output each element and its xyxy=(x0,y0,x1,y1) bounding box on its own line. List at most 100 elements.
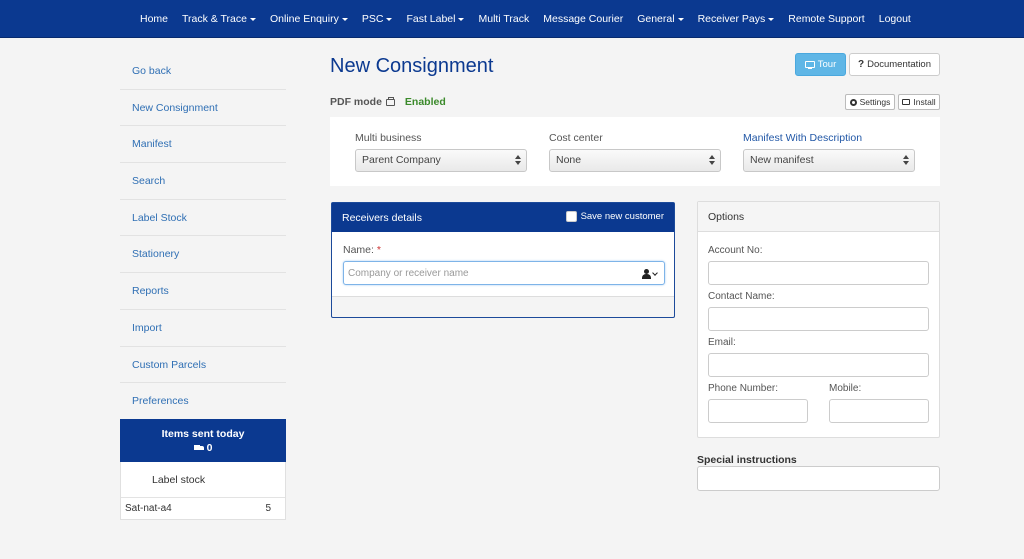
truck-icon xyxy=(193,444,204,452)
pdf-mode-status: Enabled xyxy=(404,96,446,108)
save-new-customer-label: Save new customer xyxy=(580,211,664,222)
nav-item-label: Message Courier xyxy=(543,13,624,25)
manifest-with-description-link[interactable]: Manifest With Description xyxy=(743,132,862,144)
phone-number-label: Phone Number: xyxy=(708,383,779,394)
items-sent-today-panel: Items sent today 0 xyxy=(120,419,286,462)
email-label: Email: xyxy=(708,337,736,348)
sidebar-link-search[interactable]: Search xyxy=(120,163,286,200)
nav-item-fast-label[interactable]: Fast Label xyxy=(399,13,471,25)
pdf-mode-row: PDF mode Enabled xyxy=(330,96,446,108)
caret-down-icon xyxy=(249,18,256,21)
nav-item-label: PSC xyxy=(361,13,384,25)
email-input[interactable] xyxy=(708,353,929,377)
checkbox-icon[interactable] xyxy=(565,211,577,222)
label-stock-row: Sat-nat-a4 5 xyxy=(121,498,285,519)
account-no-label: Account No: xyxy=(708,245,763,256)
business-panel: Multi business Parent Company Cost cente… xyxy=(330,117,940,186)
documentation-button[interactable]: ? Documentation xyxy=(849,53,940,76)
special-instructions-label: Special instructions xyxy=(697,454,797,466)
items-sent-today-count-row: 0 xyxy=(120,442,286,454)
caret-down-icon xyxy=(386,18,393,21)
receivers-details-header: Receivers details Save new customer xyxy=(332,203,674,232)
install-button[interactable]: Install xyxy=(898,94,940,110)
gear-icon xyxy=(849,98,857,106)
special-instructions-input[interactable] xyxy=(697,466,940,491)
nav-item-label: Fast Label xyxy=(406,13,456,25)
nav-item-label: Remote Support xyxy=(788,13,865,25)
nav-item-multi-track[interactable]: Multi Track xyxy=(471,13,536,25)
nav-item-home[interactable]: Home xyxy=(133,13,175,25)
receiver-name-input[interactable] xyxy=(343,261,665,285)
install-button-label: Install xyxy=(913,97,936,107)
nav-item-general[interactable]: General xyxy=(630,13,690,25)
nav-item-label: Track & Trace xyxy=(182,13,247,25)
nav-menu: Home Track & Trace Online Enquiry PSC Fast L… xyxy=(133,0,918,38)
printer-icon xyxy=(385,96,395,106)
sidebar-link-label-stock[interactable]: Label Stock xyxy=(120,200,286,237)
nav-item-message-courier[interactable]: Message Courier xyxy=(536,13,630,25)
nav-item-track-trace[interactable]: Track & Trace xyxy=(175,13,263,25)
settings-button[interactable]: Settings xyxy=(845,94,895,110)
cost-center-label: Cost center xyxy=(549,132,603,144)
caret-down-icon xyxy=(458,18,465,21)
cost-center-select[interactable]: None xyxy=(549,149,721,172)
contact-name-input[interactable] xyxy=(708,307,929,331)
printer-icon xyxy=(902,99,911,105)
chevron-down-icon xyxy=(652,270,658,276)
nav-item-online-enquiry[interactable]: Online Enquiry xyxy=(263,13,355,25)
sidebar-link-new-consignment[interactable]: New Consignment xyxy=(120,90,286,127)
sidebar-link-stationery[interactable]: Stationery xyxy=(120,236,286,274)
sidebar-link-manifest[interactable]: Manifest xyxy=(120,126,286,164)
mobile-input[interactable] xyxy=(829,399,929,423)
nav-item-psc[interactable]: PSC xyxy=(355,13,400,25)
tour-button-label: Tour xyxy=(817,59,837,70)
caret-down-icon xyxy=(768,18,775,21)
nav-item-label: General xyxy=(637,13,675,25)
nav-item-remote-support[interactable]: Remote Support xyxy=(781,13,871,25)
nav-item-receiver-pays[interactable]: Receiver Pays xyxy=(691,13,782,25)
sidebar: Go back New Consignment Manifest Search Labe… xyxy=(120,53,286,420)
caret-down-icon xyxy=(341,18,348,21)
sidebar-link-preferences[interactable]: Preferences xyxy=(120,383,286,420)
options-title: Options xyxy=(698,202,939,232)
user-dropdown-icon[interactable] xyxy=(642,269,660,279)
user-body xyxy=(642,274,651,279)
manifest-value: New manifest xyxy=(750,154,814,166)
select-arrows-icon xyxy=(903,155,909,167)
nav-item-label: Online Enquiry xyxy=(269,13,339,25)
page-title: New Consignment xyxy=(330,55,494,77)
question-icon: ? xyxy=(857,59,865,70)
top-navbar: Home Track & Trace Online Enquiry PSC Fast L… xyxy=(0,0,1024,38)
save-new-customer-checkbox[interactable]: Save new customer xyxy=(565,211,664,222)
tour-button[interactable]: Tour xyxy=(795,53,846,76)
multi-business-label: Multi business xyxy=(355,132,422,144)
sidebar-link-import[interactable]: Import xyxy=(120,310,286,347)
mobile-label: Mobile: xyxy=(829,383,862,394)
documentation-button-label: Documentation xyxy=(867,59,931,70)
multi-business-select[interactable]: Parent Company xyxy=(355,149,527,172)
receivers-details-title: Receivers details xyxy=(342,212,422,224)
phone-number-input[interactable] xyxy=(708,399,808,423)
cost-center-value: None xyxy=(556,154,582,166)
contact-name-label: Contact Name: xyxy=(708,291,775,302)
sidebar-link-custom-parcels[interactable]: Custom Parcels xyxy=(120,347,286,384)
nav-item-label: Multi Track xyxy=(478,13,530,25)
items-sent-today-count: 0 xyxy=(206,442,213,454)
label-stock-qty: 5 xyxy=(265,503,271,514)
nav-item-logout[interactable]: Logout xyxy=(872,13,918,25)
receivers-details-body: Name: * xyxy=(332,232,674,297)
multi-business-value: Parent Company xyxy=(362,154,441,166)
monitor-icon xyxy=(804,61,815,70)
sidebar-link-reports[interactable]: Reports xyxy=(120,273,286,310)
label-stock-name: Sat-nat-a4 xyxy=(125,503,172,514)
manifest-select[interactable]: New manifest xyxy=(743,149,915,172)
select-arrows-icon xyxy=(515,155,521,167)
account-no-input[interactable] xyxy=(708,261,929,285)
pdf-mode-label: PDF mode xyxy=(330,96,382,108)
caret-down-icon xyxy=(677,18,684,21)
nav-item-label: Receiver Pays xyxy=(697,13,766,25)
name-label-text: Name: xyxy=(343,244,374,256)
nav-item-label: Logout xyxy=(878,13,911,25)
sidebar-link-go-back[interactable]: Go back xyxy=(120,53,286,90)
required-mark: * xyxy=(376,244,381,256)
